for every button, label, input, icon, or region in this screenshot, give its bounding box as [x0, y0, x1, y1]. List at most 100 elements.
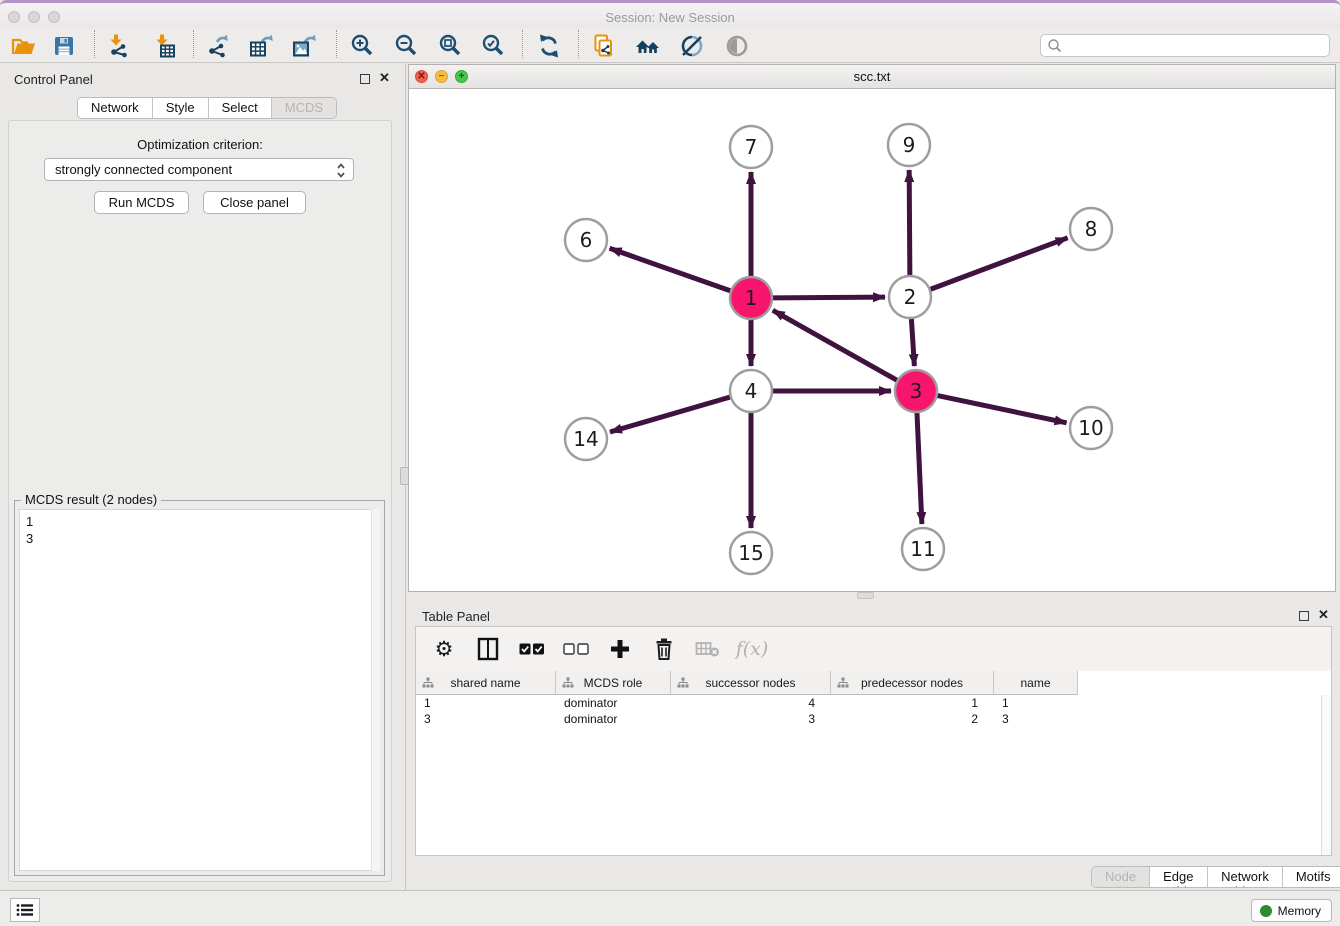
float-panel-icon[interactable]	[360, 74, 370, 84]
export-image-icon[interactable]	[287, 31, 323, 61]
toolbar-separator	[193, 30, 194, 58]
svg-text:4: 4	[745, 379, 758, 403]
save-session-icon[interactable]	[46, 31, 82, 61]
float-table-panel-icon[interactable]	[1299, 611, 1309, 621]
table-cell[interactable]: 2	[831, 711, 994, 727]
clone-network-icon[interactable]	[586, 31, 622, 61]
tab-select[interactable]: Select	[209, 98, 272, 118]
import-network-icon[interactable]	[100, 31, 136, 61]
graph-node-14[interactable]: 14	[565, 418, 607, 460]
table-cell[interactable]: 3	[416, 711, 556, 727]
svg-text:6: 6	[580, 228, 593, 252]
mcds-result-text[interactable]: 1 3	[19, 509, 380, 871]
close-panel-icon[interactable]: ✕	[379, 70, 390, 86]
apply-layout-icon[interactable]	[531, 31, 567, 61]
toolbar-separator	[578, 30, 579, 58]
add-column-icon[interactable]	[605, 634, 635, 664]
graph-edge-1-6[interactable]	[610, 248, 731, 290]
table-toolbar: ⚙ f(x)	[416, 627, 1331, 671]
hide-style-icon[interactable]	[674, 31, 710, 61]
table-cell[interactable]: dominator	[556, 711, 671, 727]
import-table-icon[interactable]	[146, 31, 182, 61]
graph-node-8[interactable]: 8	[1070, 208, 1112, 250]
close-panel-button[interactable]: Close panel	[203, 191, 306, 214]
graph-edge-3-1[interactable]	[773, 310, 897, 380]
graph-edge-3-11[interactable]	[917, 413, 922, 524]
tab-network[interactable]: Network	[78, 98, 153, 118]
search-icon	[1046, 37, 1064, 55]
memory-label: Memory	[1278, 904, 1321, 918]
column-label: successor nodes	[705, 676, 795, 690]
graph-edge-2-3[interactable]	[911, 319, 914, 366]
graph-node-2[interactable]: 2	[889, 276, 931, 318]
graph-node-7[interactable]: 7	[730, 126, 772, 168]
graph-node-6[interactable]: 6	[565, 219, 607, 261]
network-title: scc.txt	[409, 69, 1335, 84]
graph-edge-1-2[interactable]	[773, 297, 885, 298]
table-cell[interactable]: 1	[831, 695, 994, 711]
graph-node-10[interactable]: 10	[1070, 407, 1112, 449]
graph-edge-4-14[interactable]	[610, 397, 730, 432]
table-cell[interactable]: 1	[416, 695, 556, 711]
horizontal-splitter-grip[interactable]	[857, 592, 874, 599]
tab-mcds[interactable]: MCDS	[272, 98, 336, 118]
graph-edge-3-10[interactable]	[938, 396, 1067, 423]
panes-icon[interactable]	[473, 634, 503, 664]
table-cell[interactable]: 3	[671, 711, 831, 727]
graph-node-9[interactable]: 9	[888, 124, 930, 166]
show-hide-panel-icon[interactable]	[719, 31, 755, 61]
graph-node-11[interactable]: 11	[902, 528, 944, 570]
tab-node-table[interactable]: Node Table	[1092, 867, 1150, 887]
zoom-fit-icon[interactable]	[432, 31, 468, 61]
table-row[interactable]: 1dominator411	[416, 695, 1321, 711]
table-cell[interactable]: 3	[994, 711, 1078, 727]
tab-style[interactable]: Style	[153, 98, 209, 118]
task-history-button[interactable]	[10, 898, 40, 922]
export-network-icon[interactable]	[200, 31, 236, 61]
graph-edge-2-9[interactable]	[909, 170, 910, 275]
table-scrollbar[interactable]	[1321, 695, 1331, 855]
search-input[interactable]	[1064, 39, 1329, 53]
column-header-successor-nodes[interactable]: successor nodes	[671, 671, 831, 695]
zoom-in-icon[interactable]	[344, 31, 380, 61]
delete-icon[interactable]	[649, 634, 679, 664]
graph-node-1[interactable]: 1	[730, 277, 772, 319]
criterion-dropdown[interactable]: strongly connected component	[44, 158, 354, 181]
column-header-MCDS-role[interactable]: MCDS role	[556, 671, 671, 695]
tab-network-table[interactable]: Network Table	[1208, 867, 1283, 887]
graph-edge-2-8[interactable]	[931, 238, 1068, 289]
table-cell[interactable]: 4	[671, 695, 831, 711]
result-scrollbar[interactable]	[371, 509, 380, 871]
zoom-selected-icon[interactable]	[475, 31, 511, 61]
function-builder-icon: f(x)	[737, 634, 767, 664]
memory-button[interactable]: Memory	[1251, 899, 1332, 922]
search-field[interactable]	[1040, 34, 1330, 57]
gear-icon[interactable]: ⚙	[429, 634, 459, 664]
tab-motifs[interactable]: Motifs	[1283, 867, 1340, 887]
column-header-shared-name[interactable]: shared name	[416, 671, 556, 695]
column-label: MCDS role	[584, 676, 643, 690]
list-icon	[16, 903, 34, 917]
export-table-icon[interactable]	[244, 31, 280, 61]
open-session-icon[interactable]	[6, 31, 42, 61]
network-titlebar: ✕ − + scc.txt	[409, 65, 1335, 89]
column-header-predecessor-nodes[interactable]: predecessor nodes	[831, 671, 994, 695]
network-graph: 1 2 3 4 6 7 8 9 10 11 14 15	[409, 89, 1335, 591]
memory-status-icon	[1260, 905, 1272, 917]
graph-node-15[interactable]: 15	[730, 532, 772, 574]
tab-edge-table[interactable]: Edge Table	[1150, 867, 1208, 887]
graph-node-4[interactable]: 4	[730, 370, 772, 412]
run-mcds-button[interactable]: Run MCDS	[94, 191, 189, 214]
table-row[interactable]: 3dominator323	[416, 711, 1321, 727]
column-header-name[interactable]: name	[994, 671, 1078, 695]
table-cell[interactable]: dominator	[556, 695, 671, 711]
graph-node-3[interactable]: 3	[895, 370, 937, 412]
table-cell[interactable]: 1	[994, 695, 1078, 711]
deselect-all-icon[interactable]	[561, 634, 591, 664]
close-table-panel-icon[interactable]: ✕	[1318, 607, 1329, 623]
zoom-out-icon[interactable]	[388, 31, 424, 61]
select-all-icon[interactable]	[517, 634, 547, 664]
home-icon[interactable]	[630, 31, 666, 61]
toolbar-separator	[522, 30, 523, 58]
network-canvas[interactable]: 1 2 3 4 6 7 8 9 10 11 14 15	[409, 89, 1335, 591]
